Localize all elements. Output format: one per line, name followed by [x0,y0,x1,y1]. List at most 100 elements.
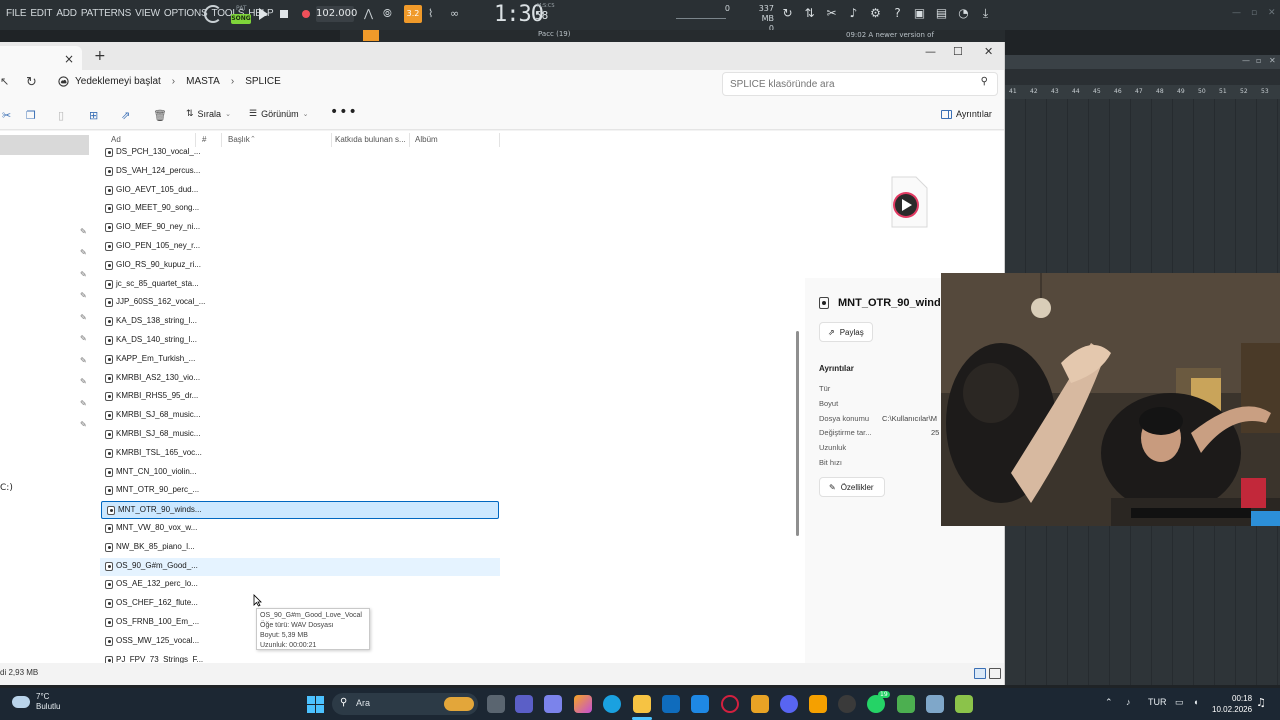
share-button[interactable]: ⇗ Paylaş [819,322,873,342]
file-row[interactable]: KMRBI_AS2_130_vio... [100,370,500,388]
pattern-selector[interactable]: Pacc (19) [538,30,571,38]
weather-widget[interactable]: 7°C Bulutlu [12,692,60,712]
pin-icon[interactable]: ✎ [80,334,87,343]
pin-icon[interactable]: ✎ [80,227,87,236]
maximize-icon[interactable]: ☐ [953,45,963,58]
nav-drive-c[interactable]: C:) [0,483,13,493]
playlist-restore-icon[interactable]: ▫ [1256,56,1261,65]
help-icon[interactable]: ? [890,6,905,21]
task-view-icon[interactable] [487,695,505,713]
file-row[interactable]: GIO_RS_90_kupuz_ri... [100,257,500,275]
master-pitch[interactable]: 0 [672,4,732,24]
start-button[interactable] [307,696,324,713]
countdown-icon[interactable]: ⌇ [428,7,433,20]
pin-icon[interactable]: ✎ [80,313,87,322]
file-row[interactable]: MNT_CN_100_violin... [100,464,500,482]
pin-icon[interactable]: ✎ [80,248,87,257]
file-row[interactable]: KA_DS_140_string_l... [100,332,500,350]
tempo-display[interactable]: 102.000 [316,6,357,22]
view-button[interactable]: ☰ Görünüm ⌄ [249,108,308,119]
wait-icon[interactable]: ⦾ [383,7,392,21]
fl-studio-icon[interactable] [809,695,827,713]
file-row[interactable]: KMRBI_RHS5_95_dr... [100,388,500,406]
details-pane-button[interactable]: Ayrıntılar [941,109,992,119]
tiles-view-icon[interactable] [989,668,1001,679]
new-tab-icon[interactable]: + [94,48,106,64]
breadcrumb-item[interactable]: SPLICE [245,76,281,87]
file-row[interactable]: DS_PCH_130_vocal_... [100,144,500,162]
chat-icon[interactable]: ◔ [956,6,971,21]
notepad-icon[interactable] [955,695,973,713]
file-row[interactable]: GIO_MEET_90_song... [100,200,500,218]
fl-recent-icon[interactable] [363,30,379,41]
breadcrumb-separator-icon[interactable]: › [167,76,180,87]
search-input[interactable] [730,77,970,91]
file-row[interactable]: MNT_VW_80_vox_w... [100,520,500,538]
metronome-icon[interactable]: ⋀ [364,7,373,20]
file-row[interactable]: jc_sc_85_quartet_sta... [100,276,500,294]
snap-button[interactable]: 3.2 [404,5,422,23]
pin-icon[interactable]: ✎ [80,356,87,365]
file-row[interactable]: OS_AE_132_perc_lo... [100,576,500,594]
fl-minimize-icon[interactable]: — [1232,8,1241,18]
nav-selected-item[interactable] [0,135,89,155]
undo-icon[interactable]: ↻ [780,6,795,21]
file-row[interactable]: GIO_MEF_90_ney_ni... [100,219,500,237]
record-icon[interactable] [302,10,310,18]
tray-expand-icon[interactable]: ⌃ [1105,697,1113,708]
discord-icon[interactable] [780,695,798,713]
playlist-ruler[interactable]: 41 42 43 44 45 46 47 48 49 50 51 52 53 [1005,85,1280,99]
fl-menu-options[interactable]: OPTIONS [164,8,208,19]
language-indicator[interactable]: TUR [1148,697,1167,707]
close-icon[interactable]: ✕ [984,45,993,58]
search-box[interactable]: ⚲ [722,72,998,96]
fl-close-icon[interactable]: ✕ [1268,8,1276,18]
tab-close-icon[interactable]: × [64,52,74,66]
teams-work-icon[interactable] [544,695,562,713]
download-icon[interactable]: ⤓ [978,6,993,21]
details-view-icon[interactable] [974,668,986,679]
pin-icon[interactable]: ✎ [80,420,87,429]
plugin-icon[interactable]: ▤ [934,6,949,21]
file-row[interactable]: KMRBI_SJ_68_music... [100,407,500,425]
volume-icon[interactable]: ◖ [1193,697,1198,707]
column-title[interactable]: Başlık [228,135,250,144]
playlist-close-icon[interactable]: ✕ [1269,56,1276,65]
network-icon[interactable]: ▭ [1175,697,1184,708]
pin-icon[interactable]: ✎ [80,399,87,408]
search-icon[interactable]: ⚲ [981,76,988,87]
file-row[interactable]: KAPP_Em_Turkish_... [100,351,500,369]
fl-menu-patterns[interactable]: PATTERNS [81,8,131,19]
file-row[interactable]: JJP_60SS_162_vocal_... [100,294,500,312]
song-mode-button[interactable]: SONG [231,14,251,24]
file-row[interactable]: NW_BK_85_piano_l... [100,539,500,557]
up-arrow-icon[interactable]: ↖ [0,75,9,88]
chrome-icon[interactable] [838,695,856,713]
mic-icon[interactable]: ♪ [846,6,861,21]
teams-icon[interactable] [515,695,533,713]
notification-bell-icon[interactable]: ♫ [1256,696,1266,709]
refresh-icon[interactable]: ↻ [26,75,37,90]
column-artists[interactable]: Katkıda bulunan s... [335,135,406,144]
file-row[interactable]: GIO_AEVT_105_dud... [100,182,500,200]
mixer-icon[interactable]: ⇅ [802,6,817,21]
fl-menu-file[interactable]: FILE [6,8,27,19]
fl-menu-view[interactable]: VIEW [135,8,160,19]
delete-icon[interactable]: 🗑 [153,109,167,122]
minimize-icon[interactable]: — [925,45,936,58]
app-green-icon[interactable] [897,695,915,713]
file-row[interactable]: MNT_OTR_90_perc_... [100,482,500,500]
column-album[interactable]: Albüm [415,135,438,144]
pat-mode-label[interactable]: PAT [236,5,247,12]
sort-button[interactable]: ⇅ Sırala ⌄ [186,108,231,119]
file-row[interactable]: KA_DS_138_string_l... [100,313,500,331]
app-r-icon[interactable] [751,695,769,713]
edge-icon[interactable] [603,695,621,713]
vertical-scrollbar[interactable] [796,331,799,536]
copy-icon[interactable]: ❐ [26,109,36,122]
save-icon[interactable]: ▣ [912,6,927,21]
outlook-icon[interactable] [662,695,680,713]
opera-icon[interactable] [721,695,739,713]
paste-icon[interactable]: ▯ [58,109,64,122]
more-options-icon[interactable]: ••• [330,104,358,120]
